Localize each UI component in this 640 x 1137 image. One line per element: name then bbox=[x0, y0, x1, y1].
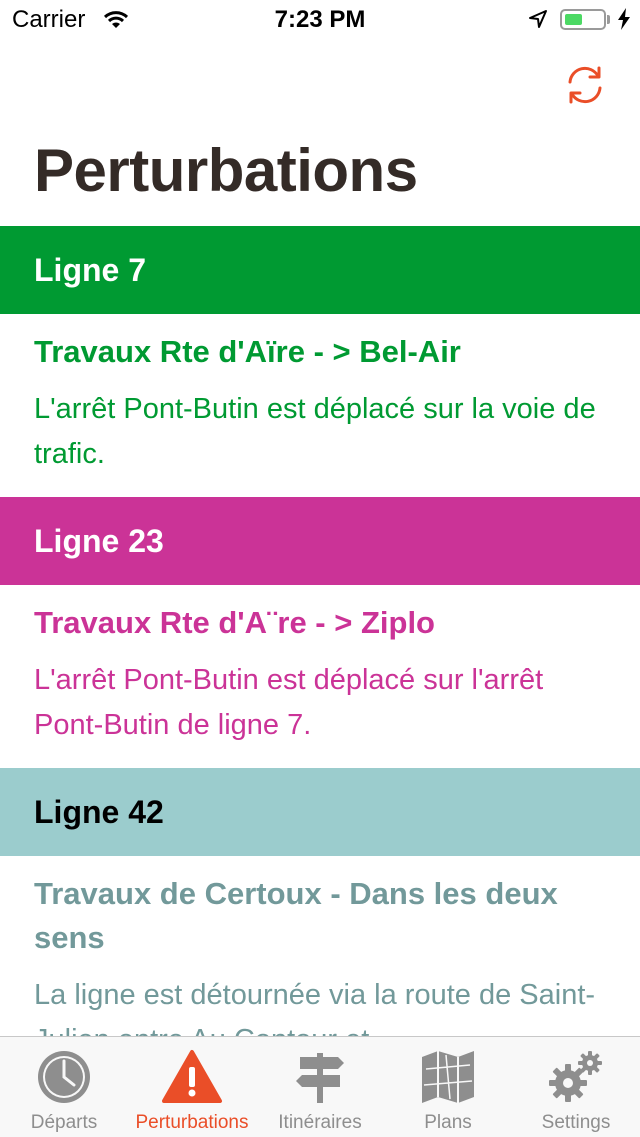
perturbation-description: L'arrêt Pont-Butin est déplacé sur l'arr… bbox=[34, 664, 544, 741]
tab-bar: Départs Perturbations Itinéraires Plans Sett… bbox=[0, 1036, 640, 1137]
gears-icon bbox=[546, 1049, 606, 1110]
tab-clock[interactable]: Départs bbox=[0, 1037, 128, 1137]
perturbations-list[interactable]: Ligne 7 Travaux Rte d'Aïre - > Bel-Air L'a… bbox=[0, 226, 640, 1036]
battery-icon bbox=[560, 9, 606, 30]
warning-icon bbox=[161, 1049, 223, 1110]
perturbation-description: L'arrêt Pont-Butin est déplacé sur la vo… bbox=[34, 393, 596, 470]
perturbation-title: Travaux Rte d'Aïre - > Bel-Air bbox=[34, 334, 461, 369]
page-title: Perturbations bbox=[34, 137, 418, 204]
tab-label: Itinéraires bbox=[278, 1112, 362, 1133]
status-bar: Carrier 7:23 PM bbox=[0, 0, 640, 40]
tab-signpost[interactable]: Itinéraires bbox=[256, 1037, 384, 1137]
tab-label: Départs bbox=[30, 1112, 98, 1133]
perturbation-title: Travaux Rte d'A¨re - > Ziplo bbox=[34, 605, 435, 640]
section-header: Ligne 23 bbox=[0, 497, 640, 585]
section-header: Ligne 42 bbox=[0, 768, 640, 856]
perturbation-item[interactable]: Travaux Rte d'Aïre - > Bel-Air L'arrêt Po… bbox=[0, 314, 640, 497]
tab-gears[interactable]: Settings bbox=[512, 1037, 640, 1137]
perturbation-item[interactable]: Travaux de Certoux - Dans les deux sens L… bbox=[0, 856, 640, 1036]
tab-label: Settings bbox=[541, 1112, 611, 1133]
charging-bolt-icon bbox=[617, 8, 631, 35]
perturbation-title: Travaux de Certoux - Dans les deux sens bbox=[34, 876, 558, 955]
tab-label: Perturbations bbox=[135, 1112, 249, 1133]
battery-tip bbox=[607, 15, 610, 24]
section-header: Ligne 7 bbox=[0, 226, 640, 314]
clock-icon bbox=[36, 1049, 92, 1110]
battery-level-fill bbox=[565, 14, 583, 25]
map-icon bbox=[420, 1049, 476, 1110]
refresh-icon bbox=[568, 66, 602, 104]
tab-label: Plans bbox=[424, 1112, 472, 1133]
tab-warning[interactable]: Perturbations bbox=[128, 1037, 256, 1137]
location-arrow-icon bbox=[528, 9, 548, 34]
refresh-button[interactable] bbox=[562, 62, 608, 108]
signpost-icon bbox=[292, 1049, 348, 1110]
perturbation-item[interactable]: Travaux Rte d'A¨re - > Ziplo L'arrêt Pont… bbox=[0, 585, 640, 768]
tab-map[interactable]: Plans bbox=[384, 1037, 512, 1137]
perturbation-description: La ligne est détournée via la route de S… bbox=[34, 979, 596, 1036]
